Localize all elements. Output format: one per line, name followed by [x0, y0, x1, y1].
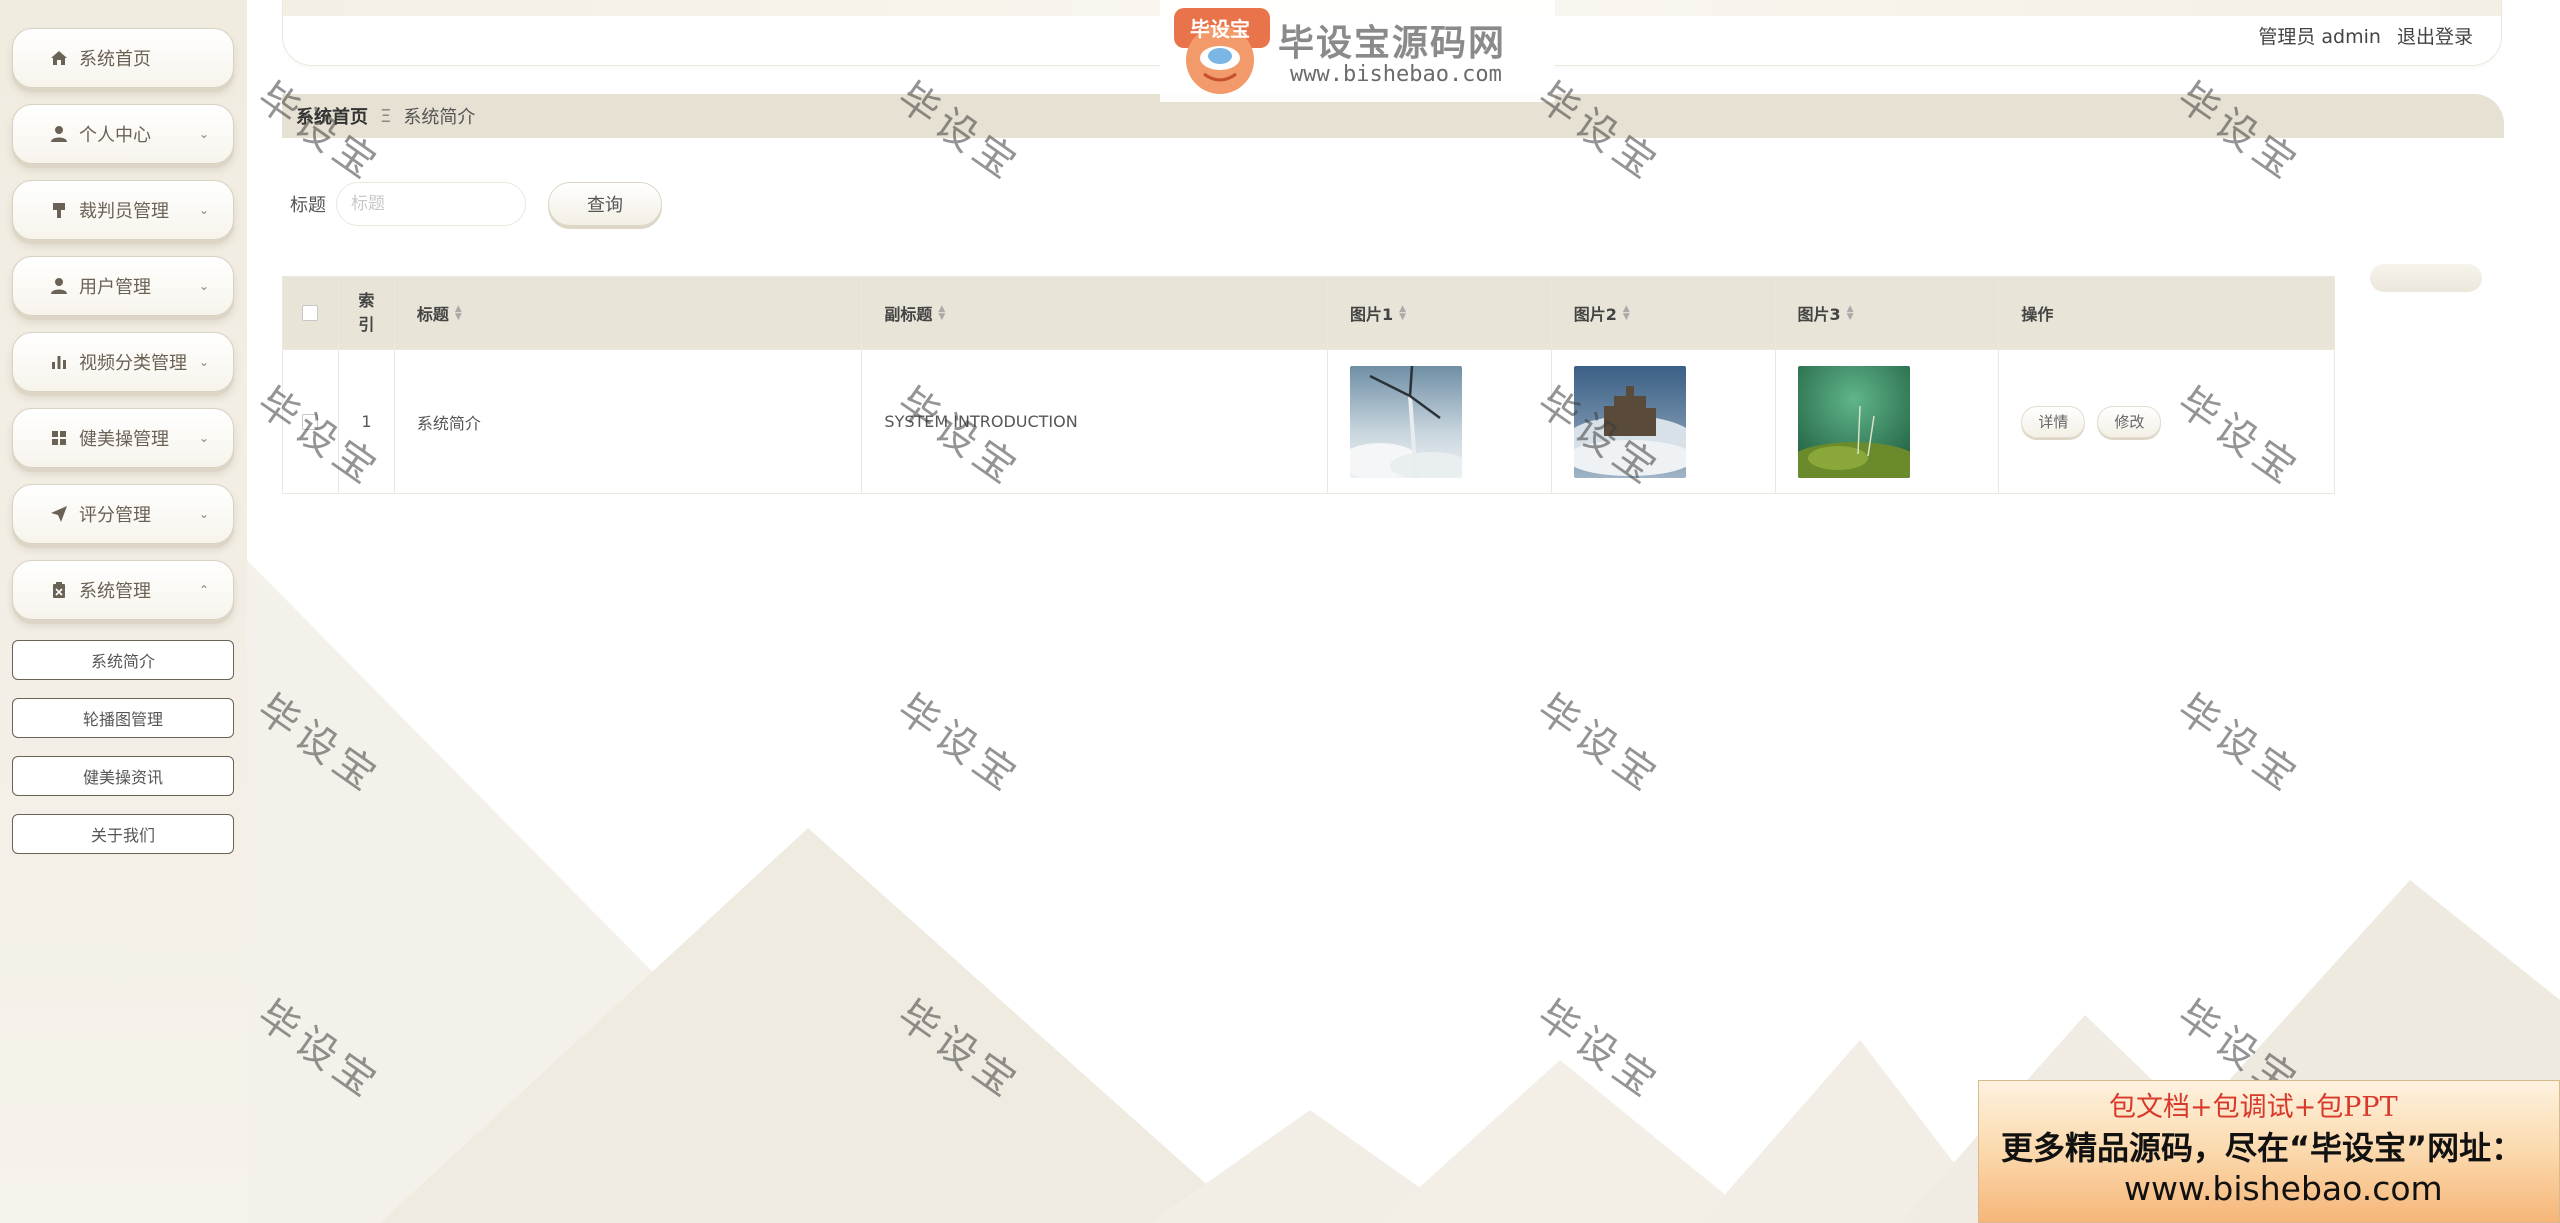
sidebar-item-profile[interactable]: 个人中心 ⌄: [12, 104, 234, 164]
sidebar-item-system[interactable]: 系统管理 ⌃: [12, 560, 234, 620]
query-button[interactable]: 查询: [548, 182, 662, 226]
sidebar-item-video-category[interactable]: 视频分类管理 ⌄: [12, 332, 234, 392]
row-image2-cell: [1552, 350, 1776, 493]
logo-url: www.bishebao.com: [1290, 62, 1502, 87]
promo-line2: 更多精品源码，尽在“毕设宝”网址：: [2001, 1129, 2524, 1167]
sort-icon[interactable]: ▲ ▼: [1847, 305, 1854, 322]
row-image1-cell: [1328, 350, 1552, 493]
breadcrumb-current: 系统简介: [403, 107, 476, 128]
chevron-down-icon: ⌄: [199, 507, 210, 521]
row-select-cell: [283, 350, 339, 493]
column-header-actions: 操作: [1999, 277, 2334, 349]
logout-link[interactable]: 退出登录: [2397, 26, 2473, 48]
sidebar-item-aerobics[interactable]: 健美操管理 ⌄: [12, 408, 234, 468]
column-header-image3[interactable]: 图片3 ▲ ▼: [1776, 277, 2000, 349]
column-header-label: 副标题: [884, 305, 933, 324]
sidebar-item-label: 健美操管理: [79, 429, 169, 450]
wind-turbine-image[interactable]: [1349, 365, 1462, 478]
row-actions-cell: 详情 修改: [1999, 350, 2334, 493]
column-header-image2[interactable]: 图片2 ▲ ▼: [1552, 277, 1776, 349]
sort-icon[interactable]: ▲ ▼: [455, 305, 462, 322]
sidebar-item-users[interactable]: 用户管理 ⌄: [12, 256, 234, 316]
promo-line1: 包文档+包调试+包PPT: [2109, 1092, 2398, 1123]
select-all-cell: [283, 277, 339, 349]
row-index: 1: [339, 350, 395, 493]
sort-icon[interactable]: ▲ ▼: [1399, 305, 1406, 322]
home-icon: [49, 48, 69, 68]
flag-icon: [49, 200, 69, 220]
sidebar: 系统首页 个人中心 ⌄ 裁判员管理 ⌄ 用户管理 ⌄ 视频分类管理 ⌄ 健美操管…: [0, 0, 247, 1223]
sidebar-item-label: 个人中心: [79, 125, 151, 146]
sidebar-item-label: 用户管理: [79, 277, 151, 298]
search-label: 标题: [290, 195, 326, 216]
promo-banner[interactable]: 包文档+包调试+包PPT 更多精品源码，尽在“毕设宝”网址： www.bishe…: [1978, 1080, 2560, 1223]
user-icon: [49, 276, 69, 296]
promo-url: www.bishebao.com: [2124, 1169, 2443, 1208]
clipboard-icon: [49, 580, 69, 600]
column-header-label: 操作: [2021, 305, 2054, 324]
select-all-checkbox[interactable]: [302, 305, 319, 321]
column-header-image1[interactable]: 图片1 ▲ ▼: [1328, 277, 1552, 349]
user-icon: [49, 124, 69, 144]
sort-icon[interactable]: ▲ ▼: [938, 305, 945, 322]
sidebar-subitem-system-intro[interactable]: 系统简介: [12, 640, 234, 680]
table-header-row: 索引 标题 ▲ ▼ 副标题 ▲ ▼ 图片1 ▲ ▼ 图片2 ▲ ▼ 图片3 ▲ ▼ 操作: [283, 277, 2334, 349]
table-row: 1 系统简介 SYSTEM INTRODUCTION 详情 修改: [283, 349, 2334, 493]
sidebar-item-home[interactable]: 系统首页: [12, 28, 234, 88]
row-checkbox[interactable]: [302, 413, 319, 430]
chevron-down-icon: ⌄: [199, 203, 210, 217]
title-search-input[interactable]: [336, 182, 526, 226]
edit-button[interactable]: 修改: [2097, 405, 2162, 438]
send-icon: [49, 504, 69, 524]
breadcrumb-home[interactable]: 系统首页: [296, 103, 368, 129]
logo-mascot-icon: 毕设宝: [1174, 8, 1270, 94]
admin-label: 管理员 admin: [2258, 26, 2381, 48]
castle-in-clouds-image[interactable]: [1573, 365, 1686, 478]
user-area: 管理员 admin 退出登录: [2258, 22, 2473, 49]
column-header-label: 索引: [358, 291, 375, 334]
bar-chart-icon: [49, 352, 69, 372]
detail-button[interactable]: 详情: [2021, 405, 2086, 438]
sidebar-item-label: 裁判员管理: [79, 201, 169, 222]
search-bar: 标题 查询: [290, 182, 662, 226]
sidebar-subitem-aerobics-news[interactable]: 健美操资讯: [12, 756, 234, 796]
chevron-down-icon: ⌄: [199, 431, 210, 445]
sidebar-subitem-about-us[interactable]: 关于我们: [12, 814, 234, 854]
site-logo: 毕设宝 毕设宝源码网 www.bishebao.com: [1160, 0, 1555, 102]
breadcrumb-separator: Ξ: [380, 105, 392, 127]
row-subtitle: SYSTEM INTRODUCTION: [862, 350, 1328, 493]
sidebar-item-label: 评分管理: [79, 505, 151, 526]
logo-badge: 毕设宝: [1190, 17, 1250, 41]
sort-icon[interactable]: ▲ ▼: [1623, 305, 1630, 322]
chevron-up-icon: ⌃: [199, 583, 210, 597]
sidebar-item-label: 系统管理: [79, 581, 151, 602]
sidebar-item-label: 视频分类管理: [79, 353, 187, 374]
chevron-down-icon: ⌄: [199, 355, 210, 369]
column-header-label: 标题: [416, 305, 449, 324]
logo-title: 毕设宝源码网: [1278, 23, 1507, 64]
toolbar-button[interactable]: [2370, 264, 2482, 292]
grid-icon: [49, 428, 69, 448]
moss-sprout-image[interactable]: [1797, 365, 1910, 478]
column-header-subtitle[interactable]: 副标题 ▲ ▼: [862, 277, 1328, 349]
chevron-down-icon: ⌄: [199, 279, 210, 293]
column-header-label: 图片1: [1349, 305, 1394, 324]
sidebar-item-scoring[interactable]: 评分管理 ⌄: [12, 484, 234, 544]
column-header-label: 图片2: [1573, 305, 1617, 324]
sidebar-subitem-carousel[interactable]: 轮播图管理: [12, 698, 234, 738]
sidebar-item-label: 系统首页: [79, 49, 151, 70]
row-title: 系统简介: [395, 350, 863, 493]
chevron-down-icon: ⌄: [199, 127, 210, 141]
column-header-index: 索引: [339, 277, 395, 349]
column-header-title[interactable]: 标题 ▲ ▼: [395, 277, 863, 349]
row-image3-cell: [1776, 350, 2000, 493]
sidebar-item-referee[interactable]: 裁判员管理 ⌄: [12, 180, 234, 240]
data-table: 索引 标题 ▲ ▼ 副标题 ▲ ▼ 图片1 ▲ ▼ 图片2 ▲ ▼ 图片3 ▲ ▼ 操作 …: [282, 276, 2335, 494]
column-header-label: 图片3: [1797, 305, 1841, 324]
